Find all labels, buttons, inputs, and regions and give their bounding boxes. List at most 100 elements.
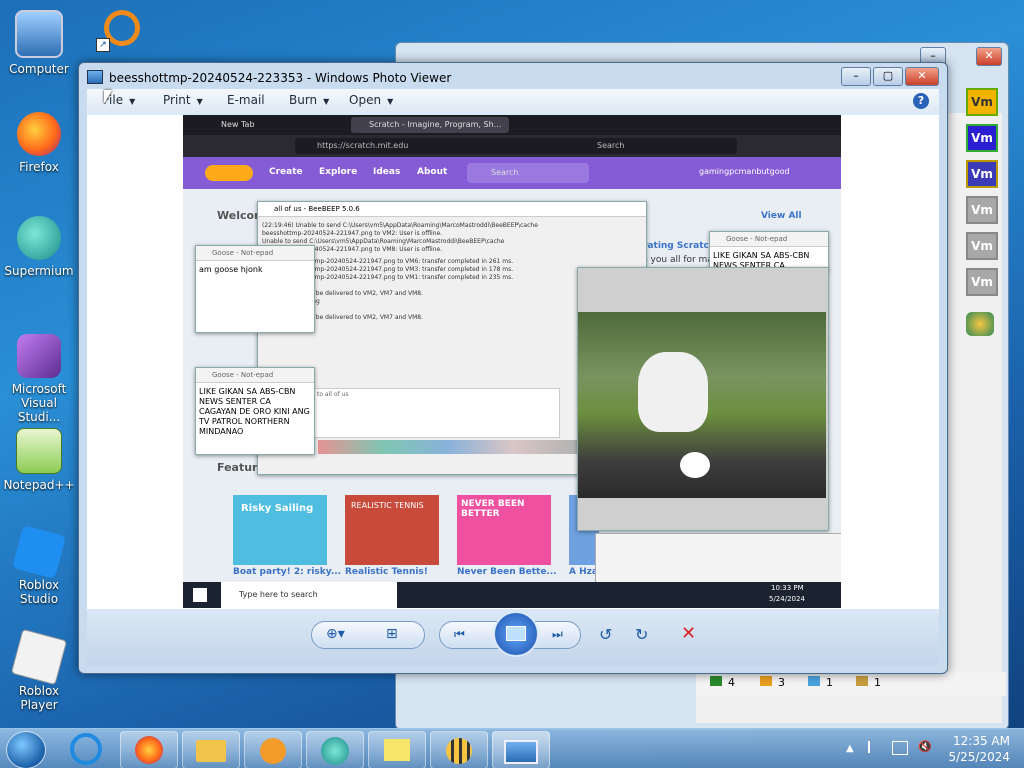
nav-explore[interactable]: Explore bbox=[319, 167, 357, 177]
view-all-link[interactable]: View All bbox=[761, 211, 802, 221]
firefox-tab-strip: New Tab Scratch - Imagine, Program, Sh..… bbox=[183, 115, 841, 135]
scratch-search[interactable]: Search bbox=[467, 163, 589, 183]
shortcut-arrow-icon: ↗ bbox=[96, 38, 110, 52]
vm-user-icon[interactable]: Vm bbox=[966, 196, 998, 224]
slideshow-icon bbox=[506, 626, 526, 641]
start-button[interactable] bbox=[6, 731, 46, 768]
clock[interactable]: 12:35 AM 5/25/2024 bbox=[948, 733, 1010, 765]
actual-size-icon[interactable]: ⊞ bbox=[386, 626, 398, 642]
chat-toolbar bbox=[318, 440, 578, 454]
slideshow-button[interactable] bbox=[493, 611, 539, 657]
firefox-toolbar: https://scratch.mit.edu Search bbox=[183, 135, 841, 157]
inner-time: 10:33 PM bbox=[771, 584, 804, 592]
rotate-right-icon[interactable]: ↻ bbox=[635, 625, 648, 644]
tray-up-arrow-icon[interactable]: ▲ bbox=[846, 743, 854, 754]
inner-date: 5/24/2024 bbox=[769, 595, 805, 603]
desktop-icon-label: Notepad++ bbox=[3, 478, 75, 492]
status-count: 1 bbox=[808, 676, 833, 689]
nav-create[interactable]: Create bbox=[269, 167, 303, 177]
internet-explorer-icon[interactable] bbox=[70, 733, 102, 765]
status-count: 1 bbox=[856, 676, 881, 689]
group-icon bbox=[856, 676, 868, 686]
desktop-icon-firefox[interactable]: Firefox bbox=[0, 112, 78, 174]
photo-viewer-icon bbox=[504, 740, 538, 764]
close-button[interactable]: ✕ bbox=[905, 67, 939, 86]
side-text: s you all for ma bbox=[643, 255, 713, 265]
taskbar: ▲ 🔇 12:35 AM 5/25/2024 bbox=[0, 728, 1024, 768]
notepad-text[interactable]: am goose hjonk bbox=[196, 261, 314, 279]
taskbar-firefox[interactable] bbox=[120, 731, 178, 768]
vm-user-icon[interactable]: Vm bbox=[966, 232, 998, 260]
card-title[interactable]: Realistic Tennis! bbox=[345, 567, 428, 577]
taskbar-media[interactable] bbox=[244, 731, 302, 768]
delete-icon[interactable]: ✕ bbox=[681, 623, 696, 644]
desktop-icon-label: Computer bbox=[9, 62, 69, 76]
inner-search-box: Type here to search bbox=[221, 582, 397, 608]
taskbar-photo-viewer[interactable] bbox=[492, 731, 550, 768]
scratch-navbar: Create Explore Ideas About Search gaming… bbox=[183, 157, 841, 189]
rotate-left-icon[interactable]: ↺ bbox=[599, 625, 612, 644]
desktop-icon-computer[interactable]: Computer bbox=[0, 10, 78, 76]
status-count: 4 bbox=[710, 676, 735, 689]
taskbar-explorer[interactable] bbox=[182, 731, 240, 768]
next-icon[interactable]: ⏭ bbox=[552, 627, 563, 642]
folder-icon bbox=[196, 740, 226, 762]
goose-notepad-window[interactable]: Goose - Not-epad LIKE GIKAN SA ABS-CBN N… bbox=[195, 367, 315, 455]
vm-user-icon[interactable]: Vm bbox=[966, 124, 998, 152]
viewer-controls: ⊕▾ ⊞ ⏮ ⏭ ↺ ↻ ✕ bbox=[87, 609, 939, 665]
roblox-player-icon bbox=[10, 628, 68, 686]
tab-new-tab[interactable]: New Tab bbox=[203, 117, 351, 133]
volume-muted-icon[interactable]: 🔇 bbox=[918, 740, 932, 753]
search-box[interactable]: Search bbox=[579, 138, 737, 154]
green-status-icon bbox=[710, 676, 722, 686]
group-users-icon[interactable] bbox=[966, 312, 994, 336]
vm-user-icon[interactable]: Vm bbox=[966, 268, 998, 296]
network-icon[interactable] bbox=[892, 741, 908, 755]
project-card[interactable]: Risky Sailing bbox=[233, 495, 327, 565]
close-button[interactable]: ✕ bbox=[976, 47, 1002, 66]
zoom-icon[interactable]: ⊕▾ bbox=[326, 626, 345, 642]
notepad-text[interactable]: LIKE GIKAN SA ABS-CBN NEWS SENTER CA CAG… bbox=[196, 383, 314, 441]
displayed-screenshot: New Tab Scratch - Imagine, Program, Sh..… bbox=[183, 115, 841, 608]
goose-notepad-window[interactable]: Goose - Not-epad am goose hjonk bbox=[195, 245, 315, 333]
desktop-icon-visual-studio[interactable]: Microsoft Visual Studi... bbox=[0, 334, 78, 424]
menu-burn[interactable]: Burn ▼ bbox=[289, 93, 329, 107]
minimize-button[interactable]: – bbox=[841, 67, 871, 86]
card-title[interactable]: A Hza bbox=[569, 567, 598, 577]
taskbar-beebeep[interactable] bbox=[430, 731, 488, 768]
chat-input[interactable]: to all of us bbox=[314, 388, 560, 438]
media-icon bbox=[260, 738, 286, 764]
card-title[interactable]: Boat party! 2: risky... bbox=[233, 567, 341, 577]
menu-print[interactable]: Print ▼ bbox=[163, 93, 203, 107]
project-card[interactable]: REALISTIC TENNIS bbox=[345, 495, 439, 565]
taskbar-sticky-notes[interactable] bbox=[368, 731, 426, 768]
nav-ideas[interactable]: Ideas bbox=[373, 167, 400, 177]
tab-scratch[interactable]: Scratch - Imagine, Program, Sh... bbox=[351, 117, 509, 133]
goose-image-window[interactable] bbox=[577, 267, 829, 531]
taskbar-supermium[interactable] bbox=[306, 731, 364, 768]
username[interactable]: gamingpcmanbutgood bbox=[699, 167, 790, 176]
card-title[interactable]: Never Been Bette... bbox=[457, 567, 557, 577]
vm-user-icon[interactable]: Vm bbox=[966, 160, 998, 188]
desktop-icon-supermium[interactable]: Supermium bbox=[0, 216, 78, 278]
desktop-icon-roblox-player[interactable]: Roblox Player bbox=[0, 628, 78, 712]
url-bar[interactable]: https://scratch.mit.edu bbox=[295, 138, 587, 154]
vm-user-icon[interactable]: Vm bbox=[966, 88, 998, 116]
app-shortcut-icon[interactable]: ↗ bbox=[96, 8, 140, 52]
scratch-logo[interactable] bbox=[205, 165, 253, 181]
nav-about[interactable]: About bbox=[417, 167, 447, 177]
users-icon bbox=[760, 676, 772, 686]
help-icon[interactable]: ? bbox=[913, 93, 929, 109]
desktop-icon-notepadpp[interactable]: Notepad++ bbox=[0, 428, 78, 492]
inner-taskbar: Type here to search 10:33 PM 5/24/2024 bbox=[183, 582, 841, 608]
mouse-cursor-icon bbox=[104, 90, 112, 104]
maximize-button[interactable]: ▢ bbox=[873, 67, 903, 86]
goose-notepad-window[interactable]: Goose - Not-epad LIKE GIKAN SA ABS-CBN N… bbox=[709, 231, 829, 271]
menu-email[interactable]: E-mail bbox=[227, 93, 265, 107]
project-card[interactable]: NEVER BEEN BETTER bbox=[457, 495, 551, 565]
desktop-icon-roblox-studio[interactable]: Roblox Studio bbox=[0, 525, 78, 606]
menu-open[interactable]: Open ▼ bbox=[349, 93, 393, 107]
previous-icon[interactable]: ⏮ bbox=[454, 627, 465, 642]
desktop-icon-label: Roblox Studio bbox=[18, 578, 60, 606]
flag-icon[interactable] bbox=[868, 741, 882, 753]
